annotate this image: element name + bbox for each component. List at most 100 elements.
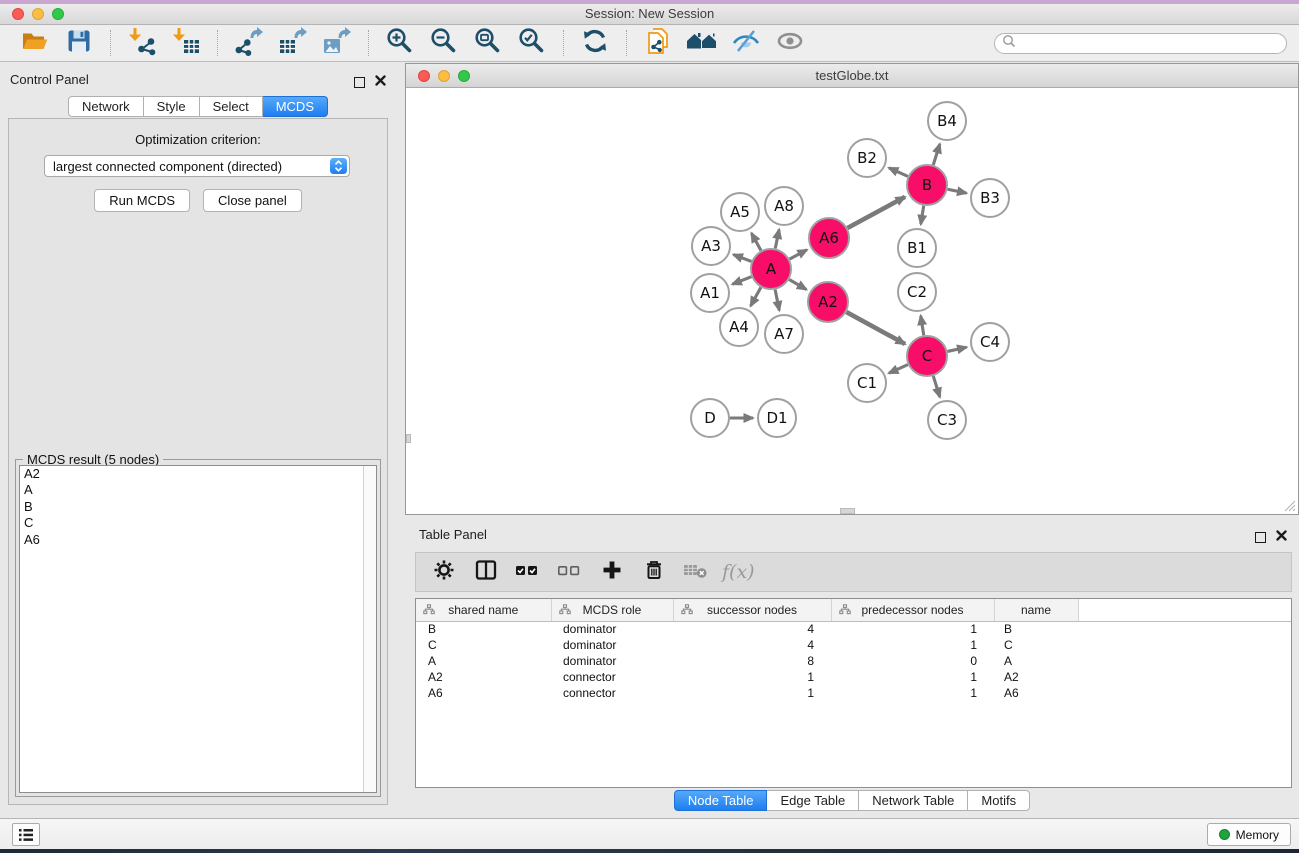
graph-node-B3[interactable]: B3 (971, 179, 1009, 217)
table-settings-button[interactable] (428, 555, 460, 589)
first-neighbors-button[interactable] (683, 27, 721, 59)
table-row[interactable]: Adominator80A (416, 653, 1291, 669)
function-builder-button[interactable]: f(x) (722, 555, 755, 589)
graph-edge-A-A4[interactable] (751, 287, 761, 306)
zoom-fit-button[interactable] (469, 27, 507, 59)
graph-edge-A-A5[interactable] (751, 233, 761, 250)
graph-node-A3[interactable]: A3 (692, 227, 730, 265)
task-history-button[interactable] (12, 823, 40, 846)
delete-columns-button[interactable] (638, 555, 670, 589)
column-header-shared-name[interactable]: shared name (416, 599, 551, 621)
zoom-window-button[interactable] (52, 8, 64, 20)
column-header-MCDS-role[interactable]: MCDS role (551, 599, 673, 621)
tab-network-table[interactable]: Network Table (859, 790, 968, 811)
tab-style[interactable]: Style (144, 96, 200, 117)
apply-layout-button[interactable] (576, 27, 614, 59)
zoom-selected-button[interactable] (513, 27, 551, 59)
graph-node-A5[interactable]: A5 (721, 193, 759, 231)
minimize-window-button[interactable] (32, 8, 44, 20)
unselect-all-columns-button[interactable] (554, 555, 586, 589)
select-all-columns-button[interactable] (512, 555, 544, 589)
save-session-button[interactable] (60, 27, 98, 59)
graph-edge-A2-C[interactable] (846, 312, 905, 344)
splitter-grip-icon[interactable] (406, 434, 411, 443)
graph-edge-A-A1[interactable] (732, 277, 751, 285)
graph-node-B[interactable]: B (907, 165, 947, 205)
zoom-out-button[interactable] (425, 27, 463, 59)
graph-node-A6[interactable]: A6 (809, 218, 849, 258)
graph-node-C[interactable]: C (907, 336, 947, 376)
graph-edge-A-A3[interactable] (733, 255, 751, 262)
graph-edge-B-B2[interactable] (889, 168, 908, 177)
delete-table-button[interactable] (680, 555, 712, 589)
export-table-button[interactable] (274, 27, 312, 59)
close-panel-icon[interactable] (375, 73, 386, 91)
float-panel-icon[interactable] (1255, 532, 1266, 543)
tab-network[interactable]: Network (68, 96, 144, 117)
export-image-button[interactable] (318, 27, 356, 59)
tab-node-table[interactable]: Node Table (674, 790, 768, 811)
graph-edge-A-A2[interactable] (789, 280, 806, 290)
close-panel-button[interactable]: Close panel (203, 189, 302, 212)
graph-node-A7[interactable]: A7 (765, 315, 803, 353)
graph-node-D1[interactable]: D1 (758, 399, 796, 437)
tab-mcds[interactable]: MCDS (263, 96, 328, 117)
import-table-button[interactable] (167, 27, 205, 59)
graph-edge-A-A7[interactable] (775, 290, 779, 311)
graph-node-D[interactable]: D (691, 399, 729, 437)
tab-select[interactable]: Select (200, 96, 263, 117)
table-row[interactable]: Cdominator41C (416, 637, 1291, 653)
resize-grip-icon[interactable] (1283, 499, 1296, 512)
mcds-result-item[interactable]: C (20, 515, 376, 531)
import-network-button[interactable] (123, 27, 161, 59)
graph-node-B2[interactable]: B2 (848, 139, 886, 177)
mcds-result-list[interactable]: A2ABCA6 (19, 465, 377, 793)
graph-node-A2[interactable]: A2 (808, 282, 848, 322)
new-network-from-selection-button[interactable] (639, 27, 677, 59)
column-header-successor-nodes[interactable]: successor nodes (673, 599, 831, 621)
split-panel-button[interactable] (470, 555, 502, 589)
result-scrollbar[interactable] (363, 466, 376, 792)
graph-node-B1[interactable]: B1 (898, 229, 936, 267)
column-header-predecessor-nodes[interactable]: predecessor nodes (831, 599, 994, 621)
add-column-button[interactable] (596, 555, 628, 589)
table-row[interactable]: A6connector11A6 (416, 685, 1291, 701)
graph-edge-B-B4[interactable] (933, 144, 940, 165)
optimization-criterion-select[interactable]: largest connected component (directed) (44, 155, 350, 177)
table-row[interactable]: A2connector11A2 (416, 669, 1291, 685)
table-row[interactable]: Bdominator41B (416, 621, 1291, 637)
graph-node-A8[interactable]: A8 (765, 187, 803, 225)
float-panel-icon[interactable] (354, 77, 365, 88)
graph-edge-A6-B[interactable] (847, 197, 905, 228)
run-mcds-button[interactable]: Run MCDS (94, 189, 190, 212)
mcds-result-item[interactable]: A2 (20, 466, 376, 482)
tab-motifs[interactable]: Motifs (968, 790, 1030, 811)
tab-edge-table[interactable]: Edge Table (767, 790, 859, 811)
graph-edge-B-B3[interactable] (948, 189, 967, 193)
show-all-button[interactable] (771, 27, 809, 59)
graph-edge-C-C4[interactable] (947, 347, 966, 351)
mcds-result-item[interactable]: A (20, 482, 376, 498)
export-network-button[interactable] (230, 27, 268, 59)
graph-node-C4[interactable]: C4 (971, 323, 1009, 361)
graph-edge-A-A8[interactable] (775, 230, 779, 249)
network-canvas[interactable]: B4B2BB3A5A8A3A6AB1A1C2A2A4A7CC4C1C3DD1 (406, 88, 1298, 514)
column-header-name[interactable]: name (994, 599, 1078, 621)
network-window-titlebar[interactable]: testGlobe.txt (406, 64, 1298, 88)
splitter-grip-icon[interactable] (840, 508, 855, 514)
mcds-result-item[interactable]: A6 (20, 532, 376, 548)
graph-node-A[interactable]: A (751, 249, 791, 289)
mcds-result-item[interactable]: B (20, 499, 376, 515)
graph-node-C1[interactable]: C1 (848, 364, 886, 402)
close-network-button[interactable] (418, 70, 430, 82)
graph-edge-C-C2[interactable] (921, 316, 924, 336)
open-session-button[interactable] (16, 27, 54, 59)
graph-edge-C-C3[interactable] (933, 376, 940, 397)
graph-node-B4[interactable]: B4 (928, 102, 966, 140)
graph-node-C3[interactable]: C3 (928, 401, 966, 439)
graph-edge-A-A6[interactable] (790, 250, 807, 259)
graph-node-A4[interactable]: A4 (720, 308, 758, 346)
hide-selected-button[interactable] (727, 27, 765, 59)
graph-edge-C-C1[interactable] (889, 365, 908, 374)
graph-node-A1[interactable]: A1 (691, 274, 729, 312)
